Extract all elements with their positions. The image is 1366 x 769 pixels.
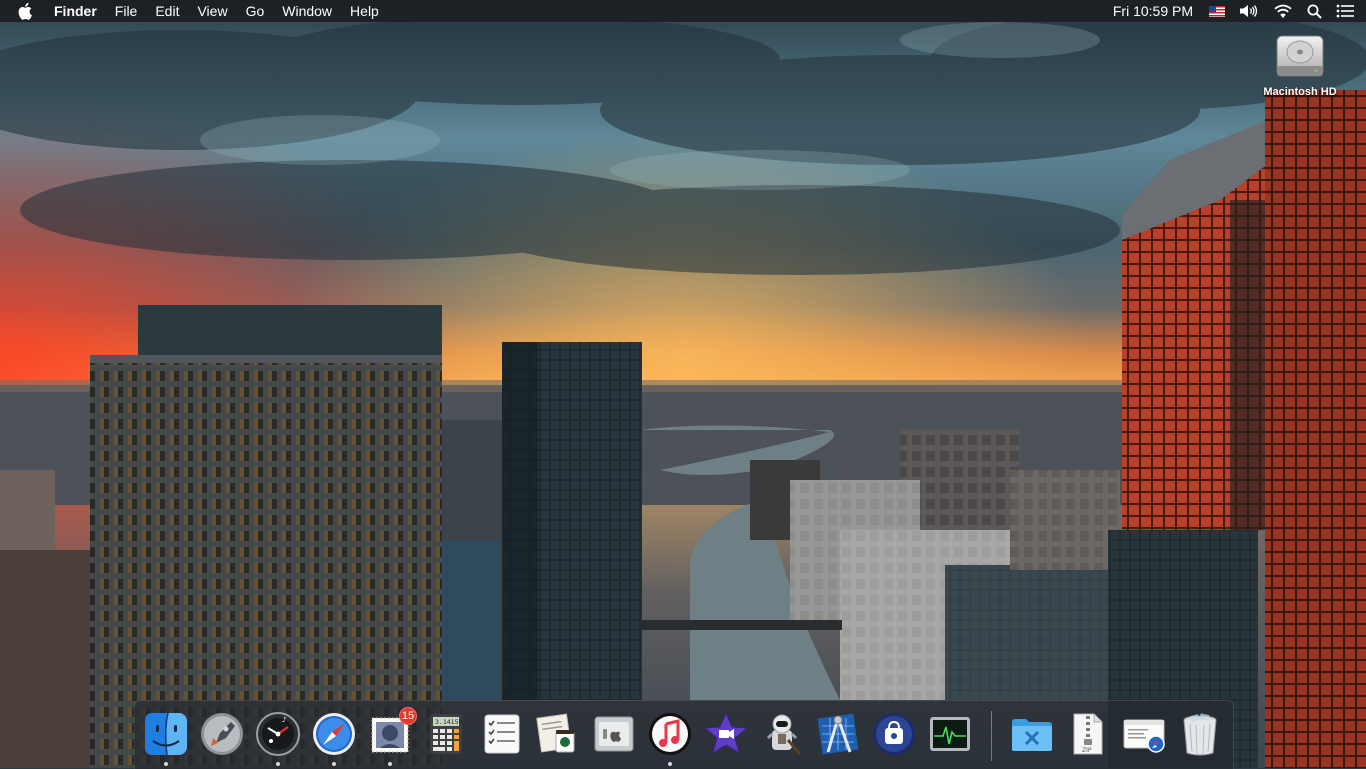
hard-drive-icon bbox=[1276, 35, 1324, 77]
dock-item-automator[interactable] bbox=[757, 709, 807, 759]
menu-file[interactable]: File bbox=[106, 0, 147, 22]
instruments-icon bbox=[817, 713, 859, 755]
dock-separator bbox=[991, 711, 992, 761]
svg-text:♪: ♪ bbox=[282, 716, 286, 724]
dock-item-imovie[interactable] bbox=[701, 709, 751, 759]
utilities-folder-icon bbox=[1012, 719, 1052, 751]
calculator-icon: 3.14159 bbox=[430, 714, 462, 754]
menu-bar: Finder File Edit View Go Window Help Fri… bbox=[0, 0, 1366, 22]
calculator-display-text: 3.14159 bbox=[435, 718, 462, 726]
us-flag-input-icon[interactable] bbox=[1209, 5, 1225, 17]
boot-camp-icon bbox=[594, 716, 634, 752]
zip-file-label: ZIP bbox=[1082, 747, 1092, 754]
notification-center-icon[interactable] bbox=[1336, 4, 1354, 18]
running-indicator bbox=[668, 762, 672, 766]
reminders-icon bbox=[484, 714, 520, 754]
dock-item-boot-camp[interactable] bbox=[589, 709, 639, 759]
dock-item-notes-coffee[interactable] bbox=[533, 709, 583, 759]
menu-view[interactable]: View bbox=[188, 0, 236, 22]
menu-help[interactable]: Help bbox=[341, 0, 388, 22]
desktop-wallpaper bbox=[0, 0, 1366, 768]
running-indicator bbox=[164, 762, 168, 766]
spotlight-search-icon[interactable] bbox=[1307, 4, 1322, 19]
dock-item-mail[interactable]: 15 bbox=[365, 707, 417, 766]
safari-icon bbox=[313, 713, 355, 755]
dock-item-utilities-folder[interactable] bbox=[1007, 709, 1057, 759]
dock-item-instruments[interactable] bbox=[813, 709, 863, 759]
launchpad-icon bbox=[201, 713, 243, 755]
finder-icon bbox=[145, 712, 187, 756]
dock-item-zip-archive[interactable]: ZIP bbox=[1063, 709, 1113, 759]
trash-icon bbox=[1183, 713, 1217, 756]
dock-item-finder[interactable] bbox=[141, 709, 191, 766]
menu-go[interactable]: Go bbox=[237, 0, 274, 22]
volume-icon[interactable] bbox=[1239, 4, 1259, 18]
running-indicator bbox=[388, 762, 392, 766]
apple-menu-icon[interactable] bbox=[18, 0, 36, 22]
dock-item-app-store[interactable] bbox=[869, 709, 919, 759]
desktop-icon-label: Macintosh HD bbox=[1263, 86, 1337, 98]
dock-item-dashboard[interactable]: ♪ bbox=[253, 709, 303, 766]
menu-window[interactable]: Window bbox=[273, 0, 341, 22]
dock-item-calculator[interactable]: 3.14159 bbox=[421, 709, 471, 759]
menu-edit[interactable]: Edit bbox=[146, 0, 188, 22]
app-store-icon bbox=[873, 713, 915, 755]
dashboard-icon: ♪ bbox=[256, 712, 300, 756]
dock-item-safari[interactable] bbox=[309, 709, 359, 766]
activity-monitor-icon bbox=[930, 717, 970, 751]
running-indicator bbox=[332, 762, 336, 766]
unread-badge: 15 bbox=[399, 707, 417, 725]
dock-item-activity-monitor[interactable] bbox=[925, 709, 975, 759]
desktop-icon-macintosh-hd[interactable]: Macintosh HD bbox=[1258, 30, 1342, 98]
menu-app-finder[interactable]: Finder bbox=[52, 0, 106, 22]
downloads-stack-icon bbox=[1123, 719, 1165, 753]
dock-item-reminders[interactable] bbox=[477, 709, 527, 759]
dock-item-itunes[interactable] bbox=[645, 709, 695, 766]
dock-item-launchpad[interactable] bbox=[197, 709, 247, 759]
dock: ♪ 15 3.14159 ZIP bbox=[134, 700, 1234, 769]
dock-item-trash[interactable] bbox=[1175, 709, 1225, 759]
itunes-icon bbox=[649, 713, 691, 755]
running-indicator bbox=[276, 762, 280, 766]
zip-file-icon: ZIP bbox=[1073, 713, 1103, 755]
dock-item-downloads-stack[interactable] bbox=[1119, 709, 1169, 759]
wifi-icon[interactable] bbox=[1273, 4, 1293, 19]
menu-clock[interactable]: Fri 10:59 PM bbox=[1113, 3, 1193, 19]
automator-icon bbox=[766, 714, 802, 755]
coffee-notes-icon bbox=[536, 713, 575, 753]
imovie-icon bbox=[703, 711, 749, 755]
